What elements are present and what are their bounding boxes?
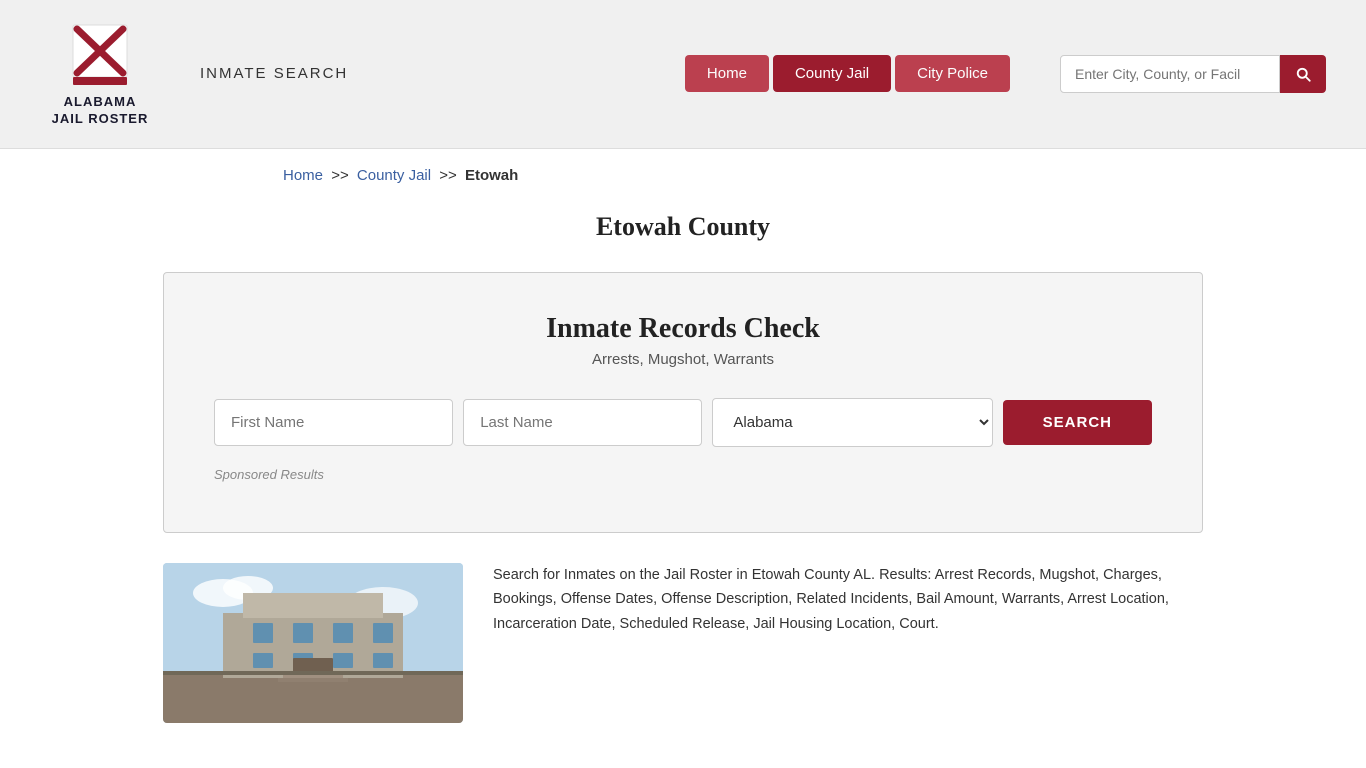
search-form-button[interactable]: SEARCH xyxy=(1003,400,1152,445)
nav-buttons: Home County Jail City Police xyxy=(685,55,1010,92)
sponsored-label: Sponsored Results xyxy=(214,467,1152,482)
bottom-section: Search for Inmates on the Jail Roster in… xyxy=(163,563,1203,723)
first-name-input[interactable] xyxy=(214,399,453,446)
breadcrumb-sep2: >> xyxy=(439,167,457,184)
search-icon xyxy=(1294,65,1312,83)
records-title: Inmate Records Check xyxy=(214,313,1152,345)
last-name-input[interactable] xyxy=(463,399,702,446)
state-select[interactable]: Alabama Alaska Arizona Arkansas Californ… xyxy=(712,398,992,447)
records-subtitle: Arrests, Mugshot, Warrants xyxy=(214,351,1152,368)
nav-city-police-button[interactable]: City Police xyxy=(895,55,1010,92)
records-box: Inmate Records Check Arrests, Mugshot, W… xyxy=(163,272,1203,533)
header-search-input[interactable] xyxy=(1060,55,1280,93)
breadcrumb: Home >> County Jail >> Etowah xyxy=(163,149,1203,202)
logo-area: ALABAMA JAIL ROSTER xyxy=(40,20,160,128)
logo-icon xyxy=(65,20,135,90)
breadcrumb-current: Etowah xyxy=(465,167,518,184)
header: ALABAMA JAIL ROSTER INMATE SEARCH Home C… xyxy=(0,0,1366,149)
header-search-button[interactable] xyxy=(1280,55,1326,93)
description-text: Search for Inmates on the Jail Roster in… xyxy=(493,563,1203,637)
breadcrumb-home-link[interactable]: Home xyxy=(283,167,323,184)
breadcrumb-county-jail-link[interactable]: County Jail xyxy=(357,167,431,184)
logo-text: ALABAMA JAIL ROSTER xyxy=(52,94,149,128)
nav-home-button[interactable]: Home xyxy=(685,55,769,92)
page-title: Etowah County xyxy=(163,212,1203,242)
main-content: Home >> County Jail >> Etowah Etowah Cou… xyxy=(123,149,1243,723)
breadcrumb-sep1: >> xyxy=(331,167,349,184)
nav-county-jail-button[interactable]: County Jail xyxy=(773,55,891,92)
inmate-search-label: INMATE SEARCH xyxy=(200,65,348,82)
search-form: Alabama Alaska Arizona Arkansas Californ… xyxy=(214,398,1152,447)
header-search-area xyxy=(1060,55,1326,93)
building-image xyxy=(163,563,463,723)
